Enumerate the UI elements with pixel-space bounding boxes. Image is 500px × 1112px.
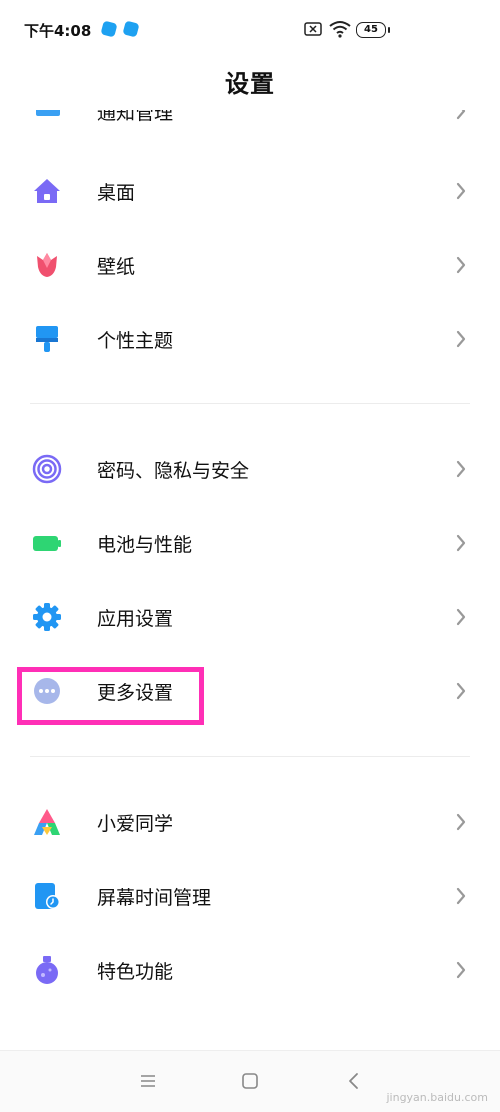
chevron-right-icon bbox=[456, 813, 466, 831]
battery-icon bbox=[33, 536, 61, 551]
home-button-icon[interactable] bbox=[238, 1069, 262, 1093]
page-title: 设置 bbox=[225, 70, 275, 98]
app-notification-icon bbox=[122, 20, 140, 38]
section-divider bbox=[30, 403, 470, 404]
battery-level: 45 bbox=[364, 24, 378, 35]
partial-list-item[interactable]: 通知管理 bbox=[0, 110, 500, 128]
settings-item-label: 应用设置 bbox=[97, 608, 174, 630]
battery-indicator: 45 bbox=[356, 22, 390, 38]
watermark: jingyan.baidu.com bbox=[386, 1091, 488, 1104]
chevron-right-icon bbox=[456, 110, 466, 120]
highlight-box bbox=[17, 667, 204, 725]
brush-icon bbox=[36, 326, 58, 352]
system-nav-bar: jingyan.baidu.com bbox=[0, 1050, 500, 1112]
gear-icon bbox=[33, 603, 61, 631]
app-notification-icon bbox=[100, 20, 118, 38]
wifi-icon bbox=[329, 21, 351, 38]
chevron-right-icon bbox=[456, 182, 466, 200]
menu-icon[interactable] bbox=[136, 1069, 160, 1093]
settings-item-screen-time[interactable]: 屏幕时间管理 bbox=[0, 859, 500, 933]
chevron-right-icon bbox=[456, 534, 466, 552]
fingerprint-icon bbox=[32, 454, 62, 484]
settings-item-label: 小爱同学 bbox=[97, 813, 174, 835]
settings-item-xiaoai[interactable]: 小爱同学 bbox=[0, 785, 500, 859]
status-time: 下午4:08 bbox=[24, 22, 92, 40]
notification-icon bbox=[36, 110, 60, 116]
settings-item-special-features[interactable]: 特色功能 bbox=[0, 933, 500, 1007]
settings-item-label: 桌面 bbox=[97, 182, 136, 204]
chevron-right-icon bbox=[456, 460, 466, 478]
chevron-right-icon bbox=[456, 682, 466, 700]
home-icon bbox=[34, 179, 60, 203]
settings-item-label: 个性主题 bbox=[97, 330, 174, 352]
status-bar: 下午4:08 45 bbox=[0, 0, 500, 60]
settings-item-desktop[interactable]: 桌面 bbox=[0, 154, 500, 228]
chevron-right-icon bbox=[456, 961, 466, 979]
flask-icon bbox=[36, 956, 58, 984]
list-item-label: 通知管理 bbox=[97, 110, 174, 124]
xiaoai-icon bbox=[34, 809, 60, 835]
sim-off-icon bbox=[304, 22, 322, 36]
settings-item-label: 壁纸 bbox=[97, 256, 136, 278]
screen-time-icon bbox=[35, 883, 60, 909]
settings-item-label: 特色功能 bbox=[97, 961, 174, 983]
back-icon[interactable] bbox=[342, 1069, 366, 1093]
settings-item-label: 密码、隐私与安全 bbox=[97, 460, 250, 482]
section-divider bbox=[30, 756, 470, 757]
chevron-right-icon bbox=[456, 256, 466, 274]
settings-item-label: 电池与性能 bbox=[97, 534, 193, 556]
settings-item-label: 屏幕时间管理 bbox=[97, 887, 212, 909]
chevron-right-icon bbox=[456, 608, 466, 626]
chevron-right-icon bbox=[456, 330, 466, 348]
settings-item-battery[interactable]: 电池与性能 bbox=[0, 506, 500, 580]
tulip-icon bbox=[37, 253, 57, 277]
settings-item-wallpaper[interactable]: 壁纸 bbox=[0, 228, 500, 302]
settings-item-app-settings[interactable]: 应用设置 bbox=[0, 580, 500, 654]
settings-item-privacy-security[interactable]: 密码、隐私与安全 bbox=[0, 432, 500, 506]
chevron-right-icon bbox=[456, 887, 466, 905]
settings-item-theme[interactable]: 个性主题 bbox=[0, 302, 500, 376]
